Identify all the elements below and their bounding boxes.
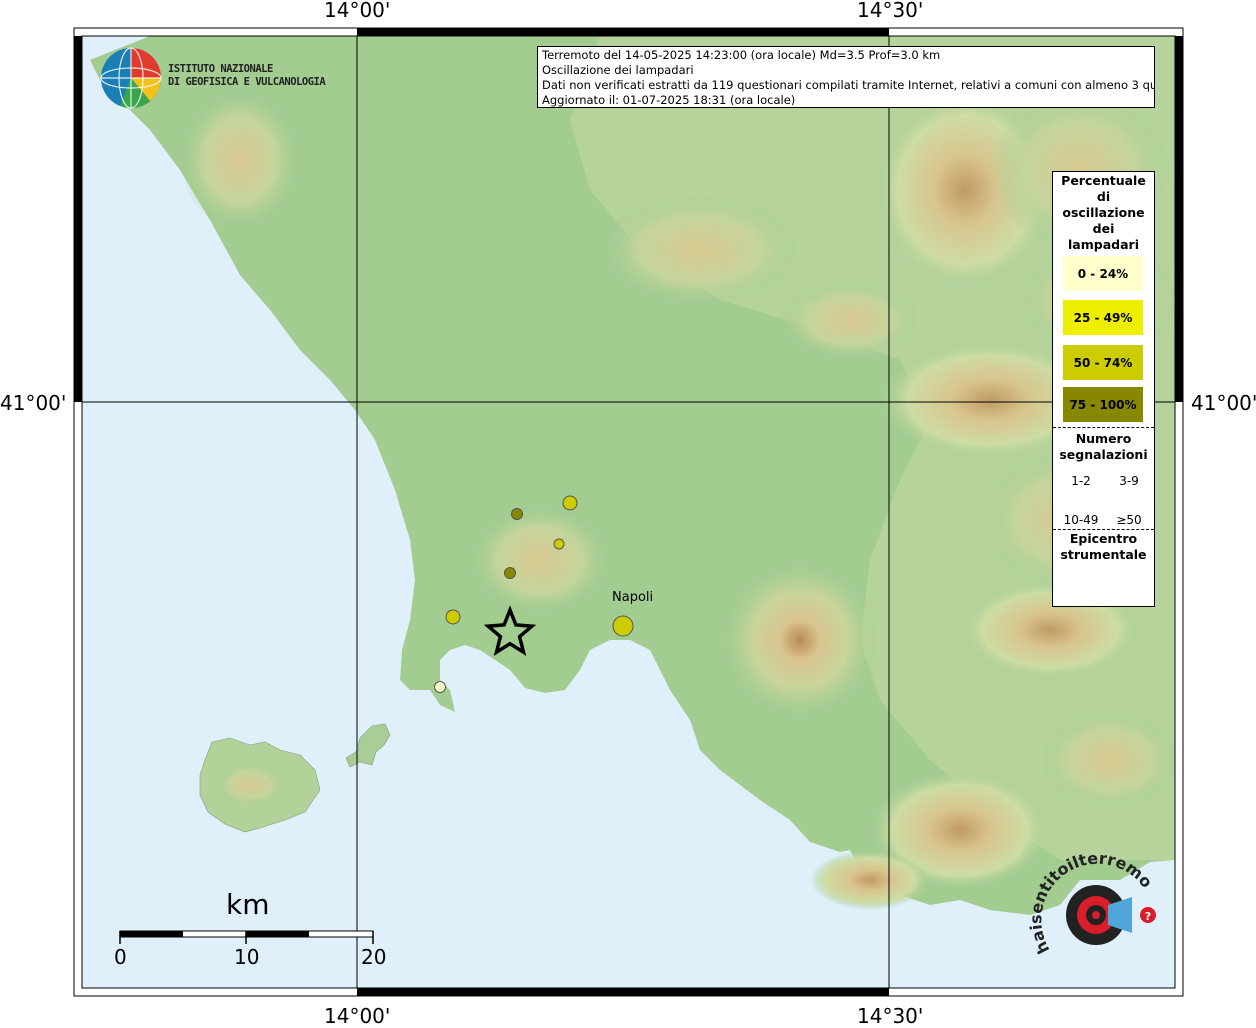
ingv-line-1: ISTITUTO NAZIONALE <box>168 63 273 75</box>
epicenter-title-2: strumentale <box>1060 547 1147 562</box>
ingv-logo-text: ISTITUTO NAZIONALE DI GEOFISICA E VULCAN… <box>168 63 326 89</box>
lat-label-left-41-00: 41°00' <box>0 391 67 415</box>
legend-title-2: di <box>1096 189 1111 204</box>
count-title-2: segnalazioni <box>1059 447 1148 462</box>
scale-unit-label: km <box>226 888 270 921</box>
legend-class-25-49: 25 - 49% <box>1063 300 1143 335</box>
symbol-point[interactable] <box>562 495 578 511</box>
count-label-10-49: 10-49 <box>1063 513 1099 527</box>
scale-tick-20: 20 <box>361 945 387 969</box>
map-subject: Oscillazione dei lampadari <box>542 63 694 77</box>
legend-title-5: lampadari <box>1068 237 1139 252</box>
lon-label-top-14-00: 14°00' <box>324 0 391 22</box>
legend-title-3: oscillazione <box>1062 205 1145 220</box>
symbol-point[interactable] <box>434 681 446 693</box>
legend-panel: Percentuale di oscillazione dei lampadar… <box>1052 171 1155 607</box>
update-time: Aggiornato il: 01-07-2025 18:31 (ora loc… <box>542 93 796 107</box>
lon-label-bottom-14-00: 14°00' <box>324 1004 391 1028</box>
symbol-point[interactable] <box>511 508 523 520</box>
epicenter-title-1: Epicentro <box>1069 531 1138 546</box>
mountain-5 <box>600 195 800 305</box>
ischia-relief <box>215 763 285 807</box>
mountain-11 <box>810 850 930 910</box>
legend-separator <box>1053 427 1154 428</box>
scale-tick-0: 0 <box>114 945 127 969</box>
count-label-3-9: 3-9 <box>1119 474 1139 488</box>
event-info-box: Terremoto del 14-05-2025 14:23:00 (ora l… <box>537 46 1155 108</box>
count-title-1: Numero <box>1075 431 1132 446</box>
mountain-12 <box>1040 710 1175 810</box>
legend-title-4: dei <box>1092 221 1115 236</box>
legend-class-75-100: 75 - 100% <box>1063 387 1143 422</box>
place-label-napoli: Napoli <box>612 590 654 605</box>
data-disclaimer: Dati non verificati estratti da 119 ques… <box>542 78 1155 92</box>
mountain-7 <box>180 90 300 230</box>
lat-label-right-41-00: 41°00' <box>1191 391 1256 415</box>
mountain-6 <box>780 280 920 360</box>
symbol-point[interactable] <box>553 538 565 550</box>
lon-label-bottom-14-30: 14°30' <box>857 1004 924 1028</box>
ingv-globe-logo <box>100 47 162 109</box>
legend-class-50-74: 50 - 74% <box>1063 345 1143 380</box>
count-label-50-plus: ≥50 <box>1116 513 1142 527</box>
count-label-1-2: 1-2 <box>1071 474 1091 488</box>
ingv-line-2: DI GEOFISICA E VULCANOLOGIA <box>168 76 326 88</box>
scale-tick-10: 10 <box>234 945 260 969</box>
vesuvio <box>720 560 880 720</box>
campi-flegrei-hills <box>470 505 610 615</box>
legend-title-1: Percentuale <box>1061 173 1146 188</box>
svg-text:?: ? <box>1145 910 1151 923</box>
legend-separator <box>1053 529 1154 530</box>
symbol-point[interactable] <box>445 609 461 625</box>
symbol-point[interactable] <box>612 615 634 637</box>
lon-label-top-14-30: 14°30' <box>857 0 924 22</box>
symbol-point[interactable] <box>504 567 516 579</box>
legend-class-0-24: 0 - 24% <box>1063 256 1143 291</box>
event-title: Terremoto del 14-05-2025 14:23:00 (ora l… <box>542 48 941 62</box>
